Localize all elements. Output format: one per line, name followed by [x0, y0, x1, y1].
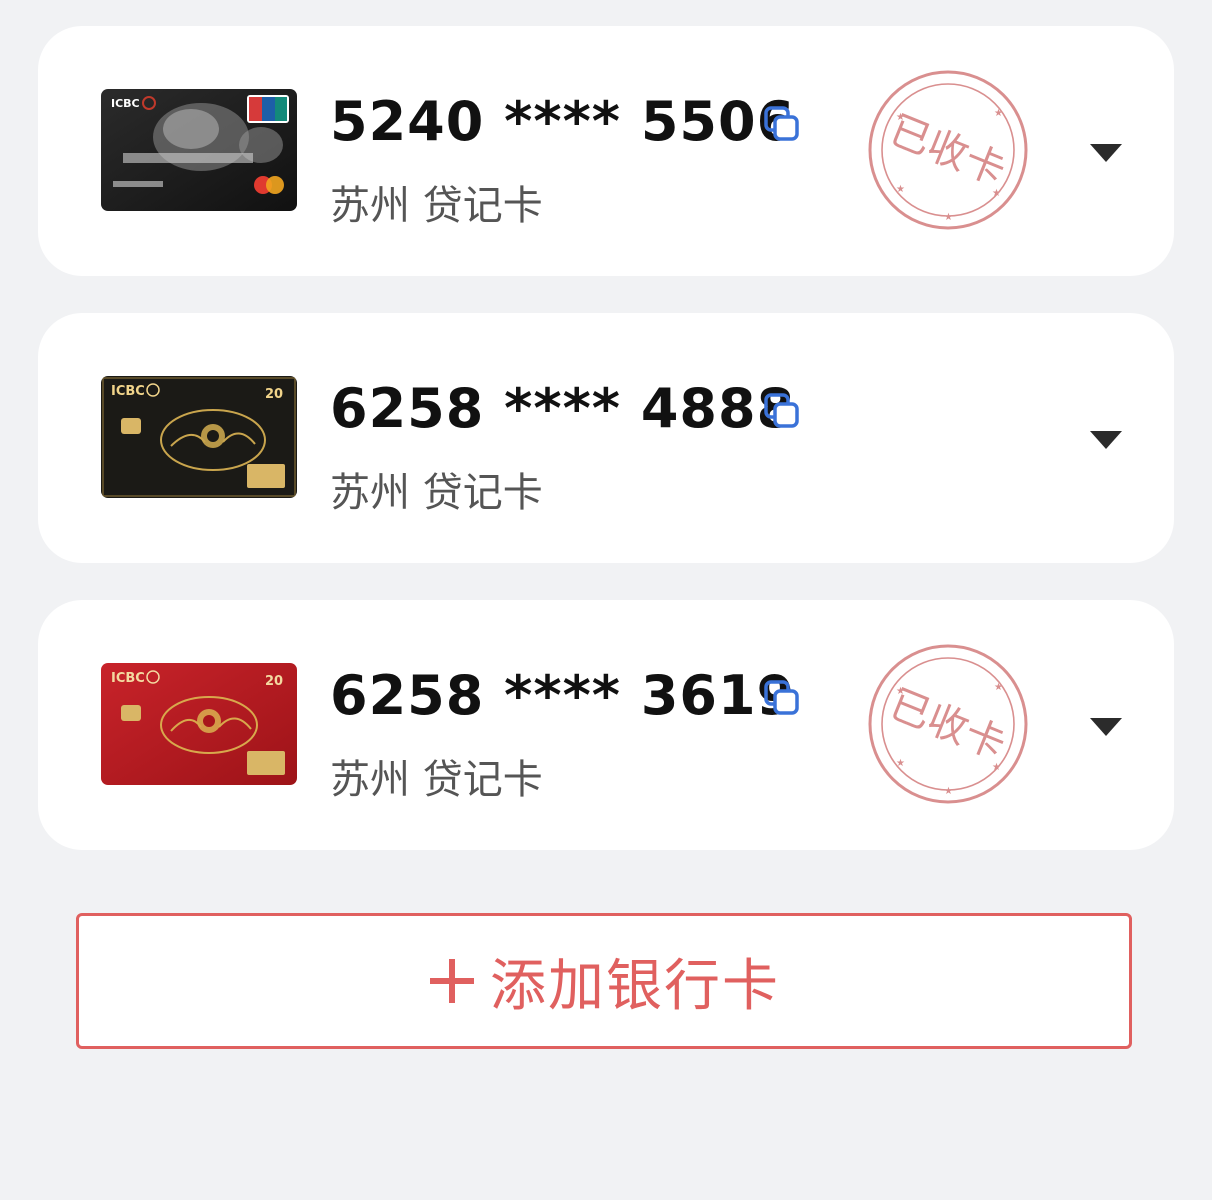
- svg-text:★: ★: [944, 786, 953, 797]
- card-number: 6258 **** 3619: [330, 664, 796, 727]
- add-bank-card-button[interactable]: 添加银行卡: [76, 913, 1132, 1049]
- svg-text:ICBC: ICBC: [111, 97, 140, 110]
- bank-card-item[interactable]: ICBC 5240 **** 5506 苏州 贷记卡 已收卡 ★ ★ ★ ★ ★: [38, 26, 1174, 276]
- svg-text:ICBC: ICBC: [111, 671, 145, 686]
- bank-card-item[interactable]: ICBC 20 6258 **** 4888 苏州 贷记卡: [38, 313, 1174, 563]
- svg-text:★: ★: [992, 188, 1001, 199]
- svg-text:ICBC: ICBC: [111, 384, 145, 399]
- add-bank-card-label: 添加银行卡: [490, 953, 780, 1019]
- card-received-stamp: 已收卡 ★ ★ ★ ★ ★: [868, 70, 1028, 230]
- svg-text:★: ★: [896, 758, 905, 769]
- svg-text:★: ★: [994, 682, 1003, 693]
- copy-icon[interactable]: [762, 104, 802, 144]
- svg-text:★: ★: [896, 686, 905, 697]
- svg-text:★: ★: [944, 212, 953, 223]
- card-number: 6258 **** 4888: [330, 377, 796, 440]
- svg-text:★: ★: [992, 762, 1001, 773]
- chevron-down-icon[interactable]: [1086, 421, 1126, 457]
- bank-card-item[interactable]: ICBC 20 6258 **** 3619 苏州 贷记卡 已收卡 ★ ★ ★ …: [38, 600, 1174, 850]
- svg-text:20: 20: [265, 387, 283, 402]
- svg-text:20: 20: [265, 674, 283, 689]
- card-number: 5240 **** 5506: [330, 90, 796, 153]
- card-image-black-gold: ICBC 20: [101, 376, 297, 498]
- svg-text:★: ★: [896, 112, 905, 123]
- card-image-red-gold: ICBC 20: [101, 663, 297, 785]
- card-image-black-mastercard: ICBC: [101, 89, 297, 211]
- chevron-down-icon[interactable]: [1086, 708, 1126, 744]
- card-location-type: 苏州 贷记卡: [330, 470, 543, 516]
- chevron-down-icon[interactable]: [1086, 134, 1126, 170]
- card-location-type: 苏州 贷记卡: [330, 757, 543, 803]
- plus-icon: [430, 959, 474, 1003]
- card-location-type: 苏州 贷记卡: [330, 183, 543, 229]
- card-received-stamp: 已收卡 ★ ★ ★ ★ ★: [868, 644, 1028, 804]
- copy-icon[interactable]: [762, 678, 802, 718]
- svg-text:★: ★: [994, 108, 1003, 119]
- svg-text:★: ★: [896, 184, 905, 195]
- copy-icon[interactable]: [762, 391, 802, 431]
